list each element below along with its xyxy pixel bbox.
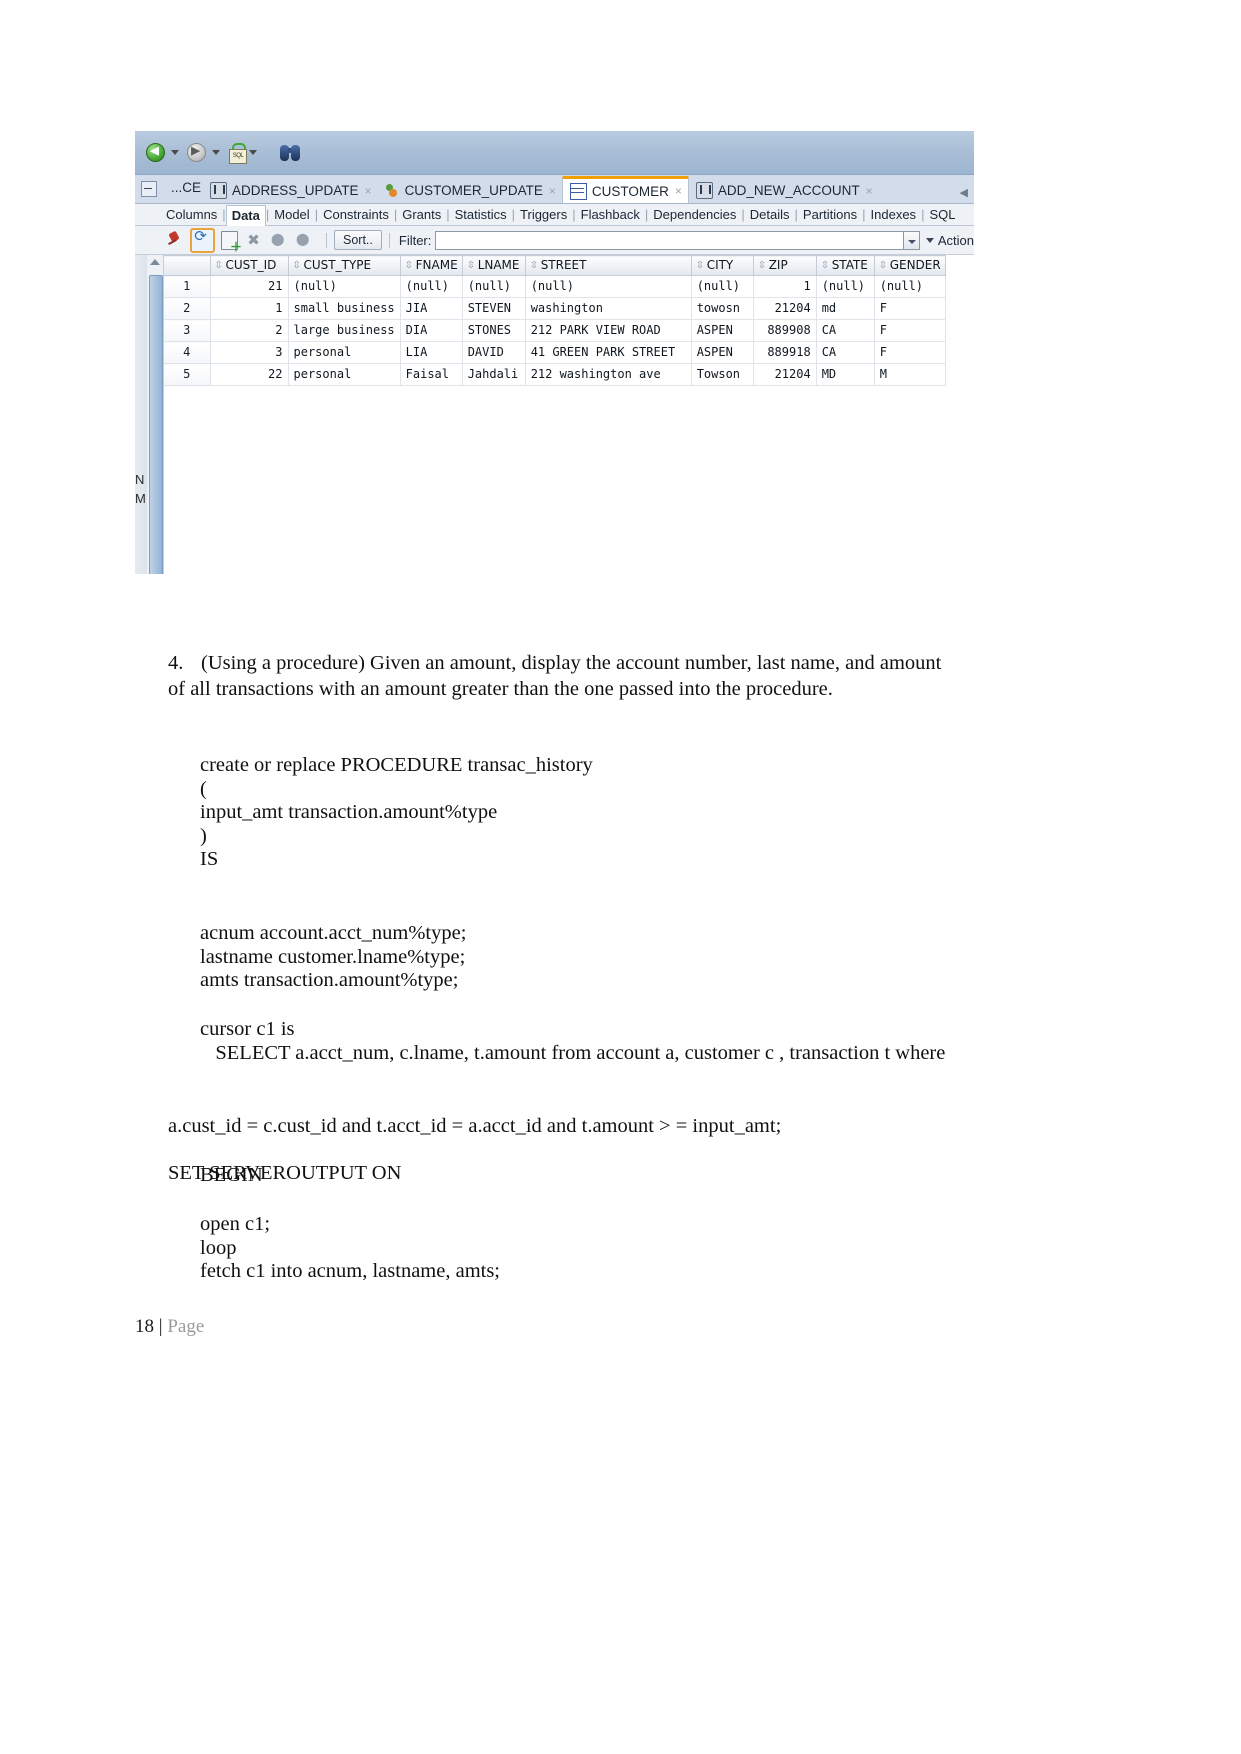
question-item-4: 4. (Using a procedure) Given an amount, … <box>168 651 958 702</box>
document-body: 4. (Using a procedure) Given an amount, … <box>0 0 1241 1754</box>
question-text: (Using a procedure) Given an amount, dis… <box>168 652 942 700</box>
page-number: 18 | <box>135 1316 163 1337</box>
question-number: 4. <box>168 652 184 674</box>
code-block-procedure-header: create or replace PROCEDURE transac_hist… <box>200 754 593 871</box>
page-footer: 18 | Page <box>135 1316 204 1338</box>
code-block-cursor: cursor c1 is SELECT a.acct_num, c.lname,… <box>200 1018 946 1064</box>
page-word: Page <box>167 1316 205 1337</box>
code-block-loop: open c1; loop fetch c1 into acnum, lastn… <box>200 1213 501 1283</box>
code-block-declarations: acnum account.acct_num%type; lastname cu… <box>200 922 467 992</box>
code-block-begin: BEGIN <box>200 1164 263 1186</box>
